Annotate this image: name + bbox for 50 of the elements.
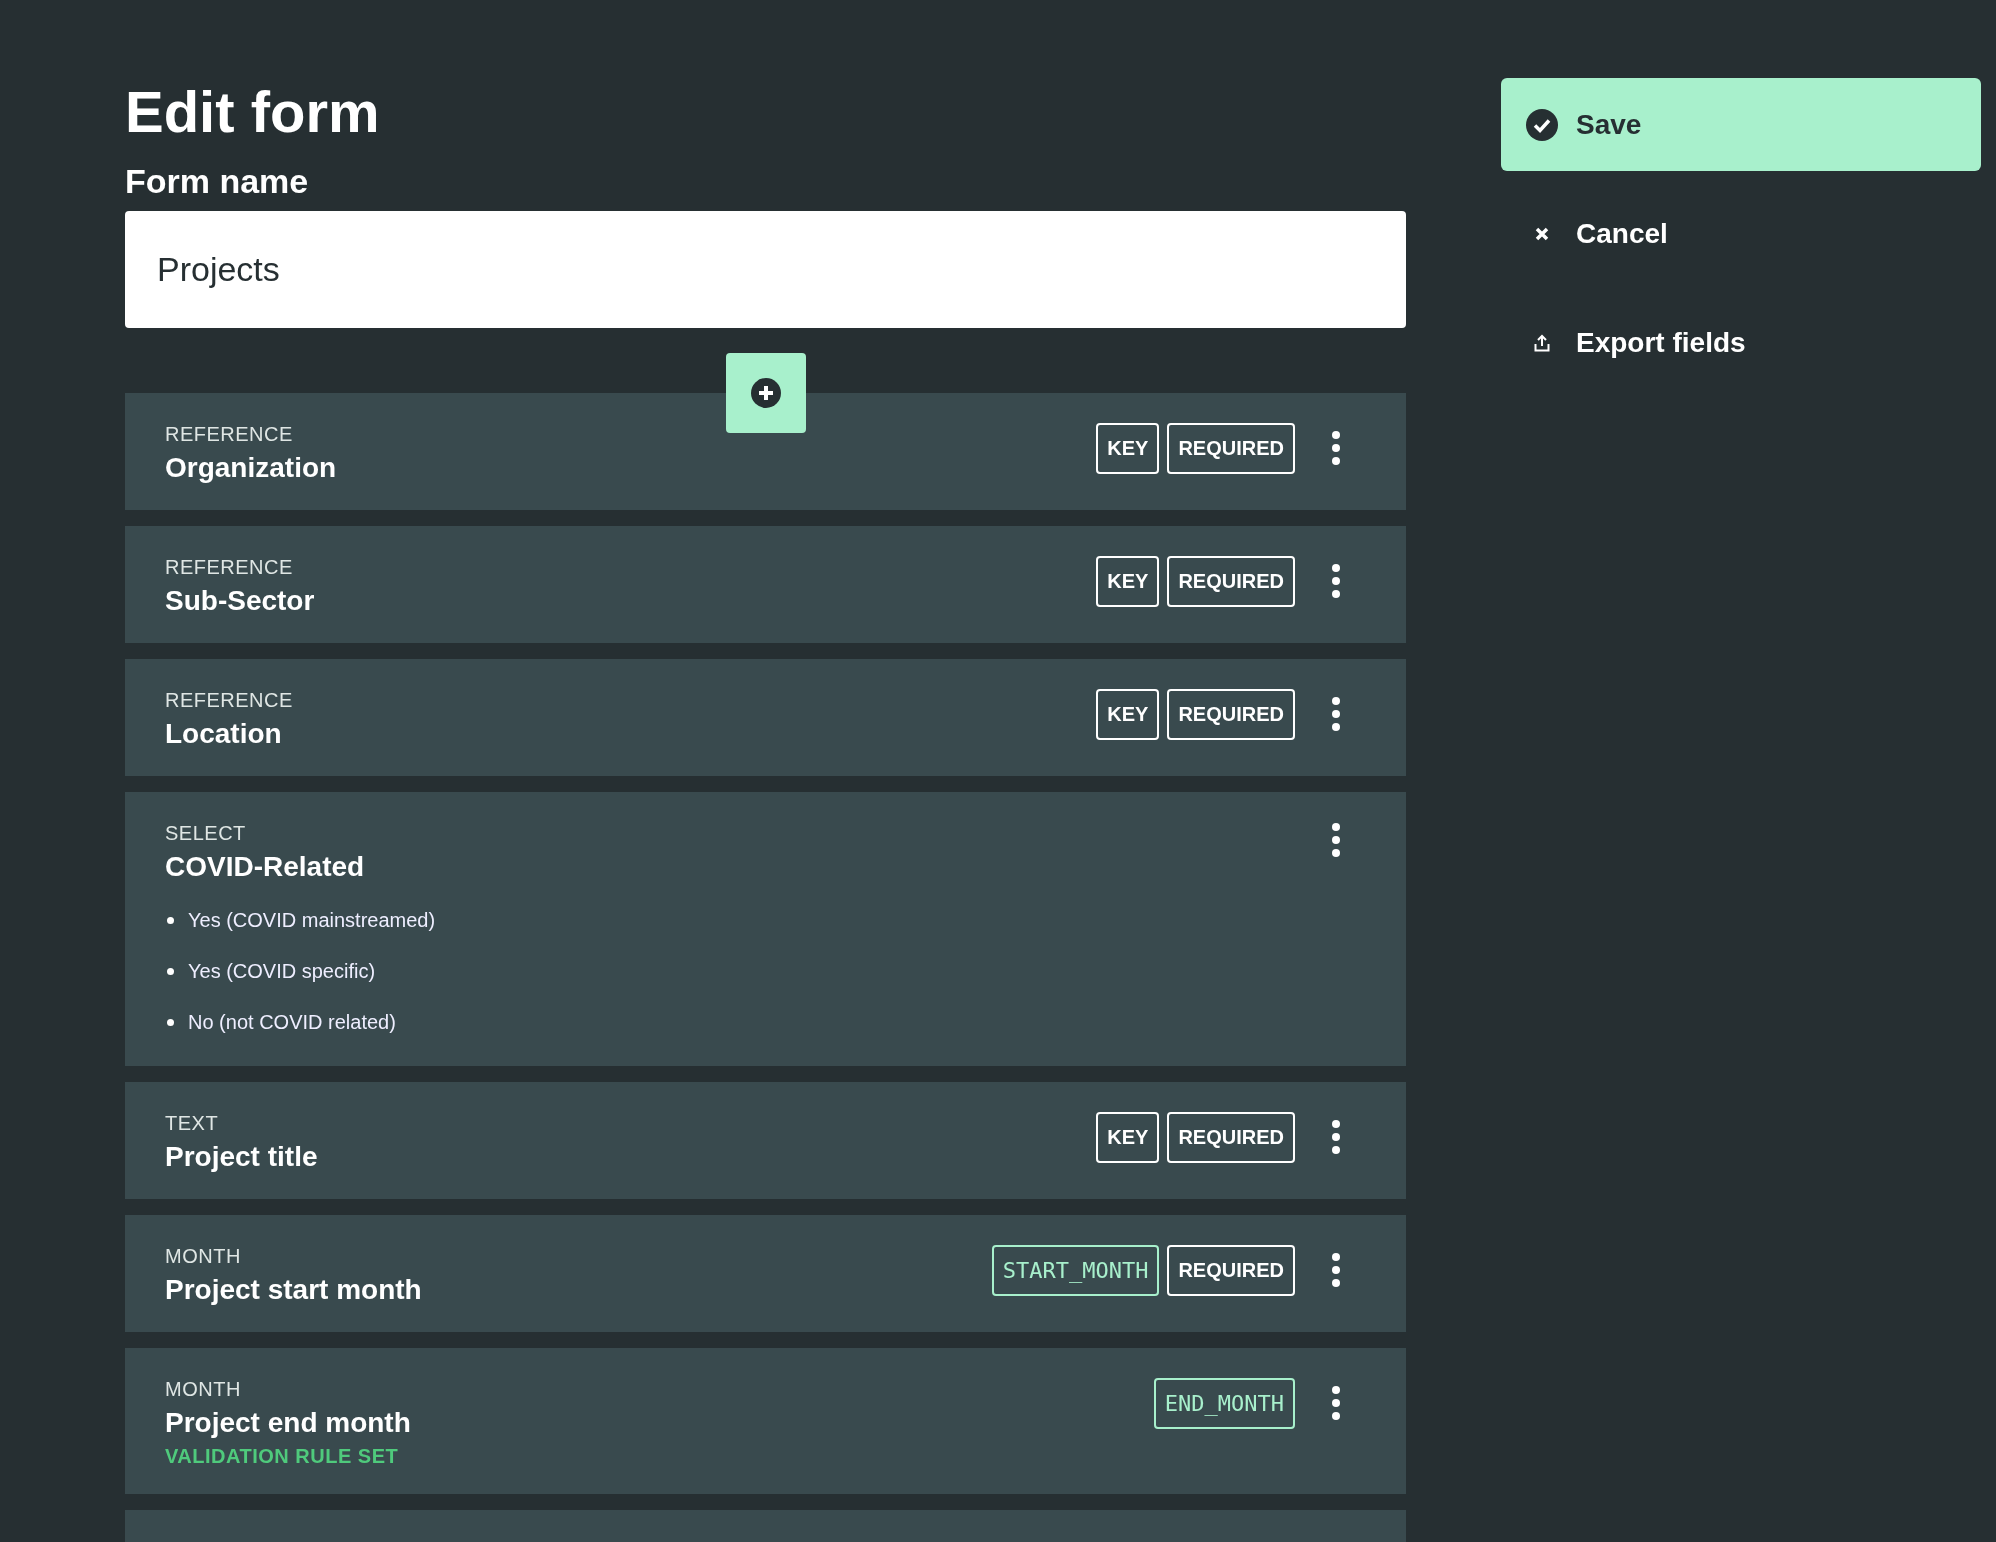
vertical-dots-icon	[1331, 430, 1341, 467]
field-name: Project start month	[165, 1273, 422, 1306]
action-button[interactable]: Save	[1501, 78, 1981, 171]
form-name-label: Form name	[125, 161, 310, 201]
vertical-dots-icon	[1331, 1385, 1341, 1422]
field-tag: REQUIRED	[1167, 422, 1295, 474]
bullet-icon	[167, 967, 174, 975]
field-tag: KEY	[1096, 1111, 1160, 1163]
field-name: Location	[165, 717, 283, 750]
field-tag: END_MONTH	[1153, 1377, 1295, 1429]
field-type: MONTH	[165, 1244, 242, 1268]
field-tag: REQUIRED	[1167, 1244, 1295, 1296]
field-tag: KEY	[1096, 555, 1160, 607]
validation-note: VALIDATION RULE SET	[165, 1444, 400, 1468]
vertical-dots-icon	[1331, 1252, 1341, 1289]
field-type: MONTH	[165, 1377, 242, 1401]
field-name: Sub-Sector	[165, 584, 315, 617]
vertical-dots-icon	[1331, 696, 1341, 733]
field-tag: KEY	[1096, 688, 1160, 740]
field-tag: REQUIRED	[1167, 555, 1295, 607]
field-name: COVID-Related	[165, 850, 366, 883]
vertical-dots-icon	[1331, 563, 1341, 600]
field-tag: START_MONTH	[991, 1244, 1160, 1296]
action-button[interactable]: Export fields	[1501, 296, 1981, 389]
field-type: REFERENCE	[165, 688, 293, 712]
field-tag: KEY	[1096, 422, 1160, 474]
field-name: Organization	[165, 451, 337, 484]
action-button[interactable]: Cancel	[1501, 187, 1981, 280]
field-tag: REQUIRED	[1167, 688, 1295, 740]
field-type: REFERENCE	[165, 422, 294, 446]
option-text: No (not COVID related)	[188, 1010, 396, 1034]
vertical-dots-icon	[1331, 821, 1341, 858]
vertical-dots-icon	[1331, 1119, 1341, 1156]
add-field-button[interactable]	[725, 352, 806, 433]
plus-circle-icon	[749, 376, 782, 409]
upload-icon	[1534, 333, 1550, 352]
check-circle-icon	[1526, 108, 1558, 141]
bullet-icon	[167, 916, 174, 924]
field-type: REFERENCE	[165, 555, 294, 579]
field-type: SELECT	[165, 821, 247, 845]
field-tag: REQUIRED	[1167, 1111, 1295, 1163]
field-name: Project title	[165, 1140, 318, 1173]
bullet-icon	[167, 1018, 174, 1026]
form-name-input[interactable]: Projects	[125, 210, 1406, 328]
field-type: TEXT	[165, 1111, 220, 1135]
option-text: Yes (COVID specific)	[188, 959, 376, 983]
field-name: Project end month	[165, 1406, 411, 1439]
page-title: Edit form	[125, 80, 381, 144]
close-icon	[1534, 225, 1550, 242]
option-text: Yes (COVID mainstreamed)	[188, 908, 436, 932]
